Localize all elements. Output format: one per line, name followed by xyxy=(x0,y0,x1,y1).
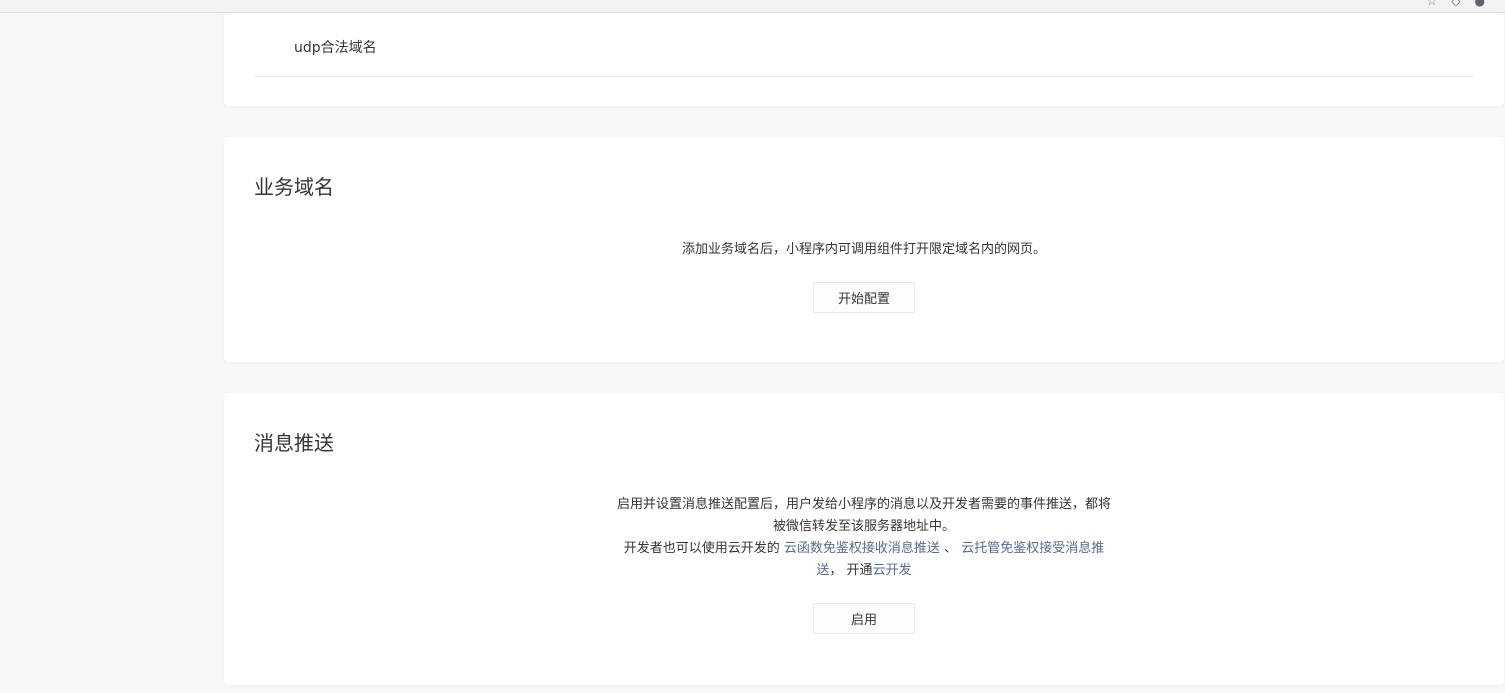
separator: 、 xyxy=(939,541,962,556)
cloud-dev-link[interactable]: 云开发 xyxy=(873,563,912,578)
line2-mid: ， 开通 xyxy=(829,563,873,578)
message-push-card: 消息推送 启用并设置消息推送配置后，用户发给小程序的消息以及开发者需要的事件推送… xyxy=(224,393,1504,685)
extension-icon[interactable]: ◇ xyxy=(1451,0,1474,8)
udp-domain-card: udp合法域名 xyxy=(224,13,1504,106)
divider xyxy=(254,76,1474,77)
business-domain-card: 业务域名 添加业务域名后，小程序内可调用组件打开限定域名内的网页。 开始配置 xyxy=(224,137,1504,362)
enable-button[interactable]: 启用 xyxy=(813,603,915,634)
profile-icon[interactable]: ● xyxy=(1475,0,1499,8)
business-domain-title: 业务域名 xyxy=(254,175,334,199)
message-push-title: 消息推送 xyxy=(254,431,334,455)
browser-toolbar: ☆◇● xyxy=(0,0,1505,13)
business-domain-description: 添加业务域名后，小程序内可调用组件打开限定域名内的网页。 xyxy=(681,242,1046,257)
message-push-line2: 开发者也可以使用云开发的 云函数免鉴权接收消息推送 、 云托管免鉴权接受消息推送… xyxy=(614,538,1114,582)
cloud-function-push-link[interactable]: 云函数免鉴权接收消息推送 xyxy=(784,541,940,556)
toolbar-icons: ☆◇● xyxy=(1427,0,1499,8)
start-config-button[interactable]: 开始配置 xyxy=(813,282,915,313)
message-push-description: 启用并设置消息推送配置后，用户发给小程序的消息以及开发者需要的事件推送，都将被微… xyxy=(614,494,1114,582)
line2-prefix: 开发者也可以使用云开发的 xyxy=(623,541,784,556)
udp-domain-label: udp合法域名 xyxy=(294,40,377,56)
message-push-line1: 启用并设置消息推送配置后，用户发给小程序的消息以及开发者需要的事件推送，都将被微… xyxy=(616,497,1111,534)
star-icon[interactable]: ☆ xyxy=(1427,0,1452,8)
